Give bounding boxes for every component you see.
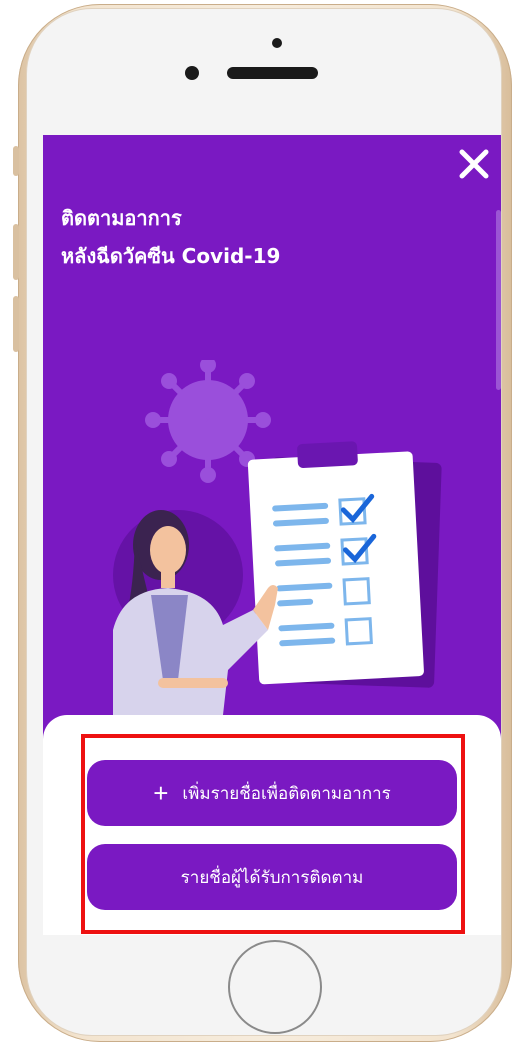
doctor-clipboard-illustration: [113, 360, 442, 715]
close-icon[interactable]: [457, 147, 491, 181]
silent-switch: [13, 146, 19, 176]
front-camera: [272, 38, 282, 48]
clipboard-icon: [247, 441, 424, 685]
home-button[interactable]: [228, 940, 322, 1034]
scrollbar[interactable]: [496, 210, 501, 390]
volume-down-button: [13, 296, 19, 352]
volume-up-button: [13, 224, 19, 280]
title-line-2: หลังฉีดวัคซีน Covid-19: [61, 244, 281, 268]
title-line-1: ติดตามอาการ: [61, 206, 182, 230]
earpiece-speaker: [227, 67, 318, 79]
page-title: ติดตามอาการ หลังฉีดวัคซีน Covid-19: [61, 199, 280, 275]
proximity-sensor: [185, 66, 199, 80]
highlight-box: [81, 734, 465, 934]
